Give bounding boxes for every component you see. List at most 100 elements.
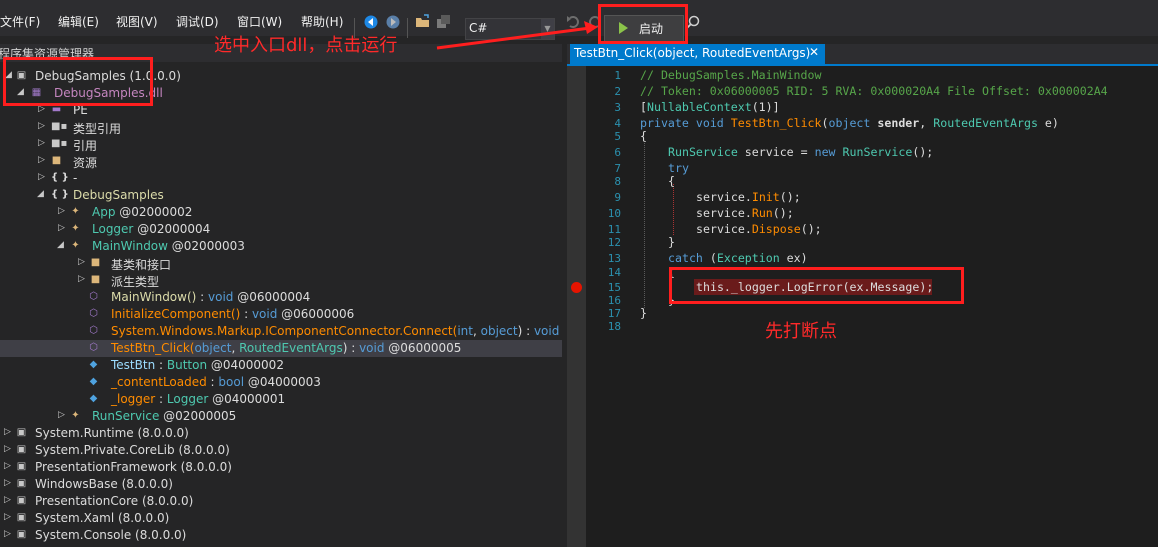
tree-item-member[interactable]: ◆ _logger : Logger @04000001 (0, 391, 562, 408)
separator: : (196, 290, 208, 304)
member-type: Logger (166, 392, 209, 406)
collapse-arrow-icon[interactable]: ◢ (17, 87, 24, 97)
expand-arrow-icon[interactable]: ▷ (4, 427, 11, 437)
assembly-icon: ▣ (16, 529, 27, 540)
tree-item-class-mainwindow[interactable]: ◢ ✦ MainWindow @02000003 (0, 238, 562, 255)
code-line: RunService service = new RunService(); (668, 145, 934, 159)
expand-arrow-icon[interactable]: ▷ (38, 138, 45, 148)
separator: : (155, 358, 167, 372)
expand-arrow-icon[interactable]: ▷ (38, 155, 45, 165)
tree-item-class-app[interactable]: ▷ ✦ App @02000002 (0, 204, 562, 221)
breakpoint-icon[interactable] (571, 282, 582, 293)
tab-underline (567, 64, 1158, 66)
line-number: 7 (614, 162, 621, 175)
tree-item-namespace[interactable]: ◢ { } DebugSamples (0, 187, 562, 204)
search-icon[interactable] (686, 15, 700, 29)
tree-item-pe[interactable]: ▷ ▬ PE (0, 102, 562, 119)
tree-item-assembly[interactable]: ▷ ▣ System.Console (8.0.0.0) (0, 527, 562, 544)
tree-item-member[interactable]: ⬡ InitializeComponent() : void @06000006 (0, 306, 562, 323)
tree-item-label: System.Private.CoreLib (8.0.0.0) (35, 443, 230, 457)
tree-item-assembly[interactable]: ▷ ▣ WindowsBase (8.0.0.0) (0, 476, 562, 493)
tree-item-namespace-dash[interactable]: ▷ { } - (0, 170, 562, 187)
tree-item-member[interactable]: ◆ _contentLoaded : bool @04000003 (0, 374, 562, 391)
tree-item-base-types[interactable]: ▷ ■ 基类和接口 (0, 255, 562, 272)
assembly-icon: ▣ (16, 70, 27, 81)
tree-item-assembly[interactable]: ▷ ▣ PresentationFramework (8.0.0.0) (0, 459, 562, 476)
tree-item-type-refs[interactable]: ▷ ■▪ 类型引用 (0, 119, 562, 136)
code-line: service.Dispose(); (696, 222, 822, 236)
tree-item-label: PresentationCore (8.0.0.0) (35, 494, 194, 508)
type-refs-icon: ■▪ (51, 121, 68, 132)
member-name: System.Windows.Markup.IComponentConnecto… (111, 324, 458, 338)
namespace-icon: { } (51, 189, 69, 200)
expand-arrow-icon[interactable]: ▷ (38, 121, 45, 131)
tree-item-resources[interactable]: ▷ ■ 资源 (0, 153, 562, 170)
member-name: _contentLoaded (111, 375, 207, 389)
expand-arrow-icon[interactable]: ▷ (38, 104, 45, 114)
tree-item-label: 派生类型 (111, 275, 160, 289)
code-line: } (640, 306, 647, 320)
annotation-text-breakpoint: 先打断点 (765, 321, 837, 342)
separator: : (240, 307, 252, 321)
assembly-icon: ▣ (16, 461, 27, 472)
indent-guide (673, 184, 674, 235)
tree-item-assembly[interactable]: ▷ ▣ System.Runtime (8.0.0.0) (0, 425, 562, 442)
line-number: 18 (607, 320, 621, 333)
separator: : (206, 375, 219, 389)
tree-item-assembly[interactable]: ◢ ▣ DebugSamples (1.0.0.0) (0, 68, 562, 85)
tree-item-label: DebugSamples (73, 188, 164, 202)
tree-item-label: - (73, 171, 78, 185)
assembly-explorer-panel: 程序集资源管理器 ◢ ▣ DebugSamples (1.0.0.0) ◢ ▦ … (0, 44, 562, 547)
tree-item-assembly[interactable]: ▷ ▣ PresentationCore (8.0.0.0) (0, 493, 562, 510)
expand-arrow-icon[interactable]: ▷ (58, 206, 65, 216)
member-type: Button (166, 358, 208, 372)
breakpoint-gutter[interactable] (567, 66, 586, 547)
token: @06000005 (384, 341, 462, 355)
assembly-icon: ▣ (16, 478, 27, 489)
expand-arrow-icon[interactable]: ▷ (78, 257, 85, 267)
param-type: int (457, 324, 473, 338)
token: @0 (559, 324, 562, 338)
member-type: void (359, 341, 385, 355)
assembly-icon: ▣ (16, 512, 27, 523)
expand-arrow-icon[interactable]: ▷ (58, 410, 65, 420)
member-type: void (208, 290, 234, 304)
expand-arrow-icon[interactable]: ▷ (4, 512, 11, 522)
collapse-arrow-icon[interactable]: ◢ (5, 70, 12, 80)
collapse-arrow-icon[interactable]: ◢ (57, 240, 64, 250)
code-line: private void TestBtn_Click(object sender… (640, 116, 1059, 130)
expand-arrow-icon[interactable]: ▷ (78, 274, 85, 284)
tree-item-assembly[interactable]: ▷ ▣ System.Private.CoreLib (8.0.0.0) (0, 442, 562, 459)
tree-item-assembly[interactable]: ▷ ▣ System.Xaml (8.0.0.0) (0, 510, 562, 527)
token: @04000001 (208, 392, 286, 406)
token: @04000003 (244, 375, 321, 389)
expand-arrow-icon[interactable]: ▷ (38, 172, 45, 182)
expand-arrow-icon[interactable]: ▷ (58, 223, 65, 233)
tree-item-member[interactable]: ⬡ MainWindow() : void @06000004 (0, 289, 562, 306)
code-line: [NullableContext(1)] (640, 100, 780, 114)
namespace-icon: { } (51, 172, 69, 183)
tree-item-class-runservice[interactable]: ▷ ✦ RunService @02000005 (0, 408, 562, 425)
play-icon (619, 22, 628, 34)
tree-item-class-logger[interactable]: ▷ ✦ Logger @02000004 (0, 221, 562, 238)
tree-item-refs[interactable]: ▷ ■▪ 引用 (0, 136, 562, 153)
line-number: 4 (614, 117, 621, 130)
expand-arrow-icon[interactable]: ▷ (4, 495, 11, 505)
expand-arrow-icon[interactable]: ▷ (4, 444, 11, 454)
tree-item-member[interactable]: ⬡ System.Windows.Markup.IComponentConnec… (0, 323, 562, 340)
close-icon[interactable]: ✕ (809, 45, 819, 59)
line-number: 13 (607, 252, 621, 265)
expand-arrow-icon[interactable]: ▷ (4, 478, 11, 488)
code-line: try (668, 161, 689, 175)
tree-item-derived-types[interactable]: ▷ ■ 派生类型 (0, 272, 562, 289)
collapse-arrow-icon[interactable]: ◢ (37, 189, 44, 199)
tree-item-label: System.Xaml (8.0.0.0) (35, 511, 170, 525)
code-line: { (640, 129, 647, 143)
expand-arrow-icon[interactable]: ▷ (4, 529, 11, 539)
indent-guide (644, 143, 645, 308)
class-name: MainWindow (92, 239, 168, 253)
tree-item-member-selected[interactable]: ⬡ TestBtn_Click(object, RoutedEventArgs)… (0, 340, 562, 357)
tree-item-member[interactable]: ◆ TestBtn : Button @04000002 (0, 357, 562, 374)
expand-arrow-icon[interactable]: ▷ (4, 461, 11, 471)
tree-item-module[interactable]: ◢ ▦ DebugSamples.dll (0, 85, 562, 102)
